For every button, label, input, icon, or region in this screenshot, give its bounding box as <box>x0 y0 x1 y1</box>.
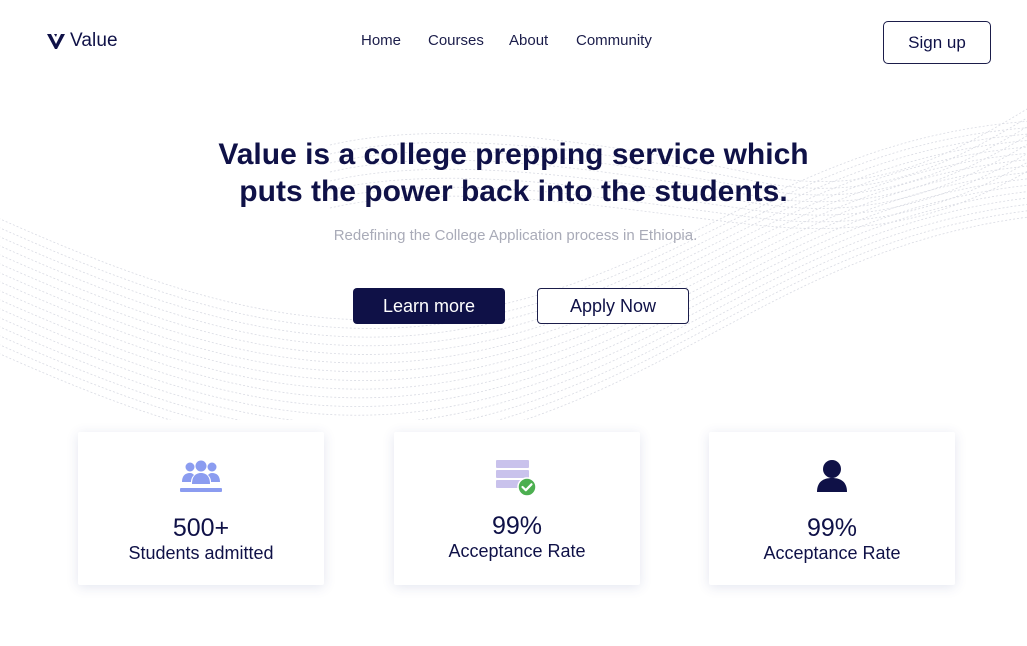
hero-title-line-1: Value is a college prepping service whic… <box>218 138 809 171</box>
brand-name: Value <box>70 30 118 51</box>
stat-label: Acceptance Rate <box>763 543 901 563</box>
stat-label: Acceptance Rate <box>448 541 586 561</box>
wave-line <box>0 184 1027 407</box>
stat-value: 99% <box>491 512 543 540</box>
stat-value: 99% <box>806 514 858 542</box>
signup-button[interactable]: Sign up <box>883 21 991 64</box>
stat-card-acceptance-2: 99% Acceptance Rate <box>709 432 955 585</box>
stat-label: Students admitted <box>128 543 274 563</box>
hero-title: Value is a college prepping service whic… <box>0 136 1027 210</box>
nav-courses[interactable]: Courses <box>428 32 484 49</box>
nav-home[interactable]: Home <box>361 32 401 49</box>
stat-card-acceptance: 99% Acceptance Rate <box>394 432 640 585</box>
wave-background <box>0 108 1027 420</box>
group-icon <box>180 460 222 492</box>
hero-subtitle: Redefining the College Application proce… <box>333 227 698 244</box>
landing-page: Value Home Courses About Community Sign … <box>0 0 1027 646</box>
nav-about[interactable]: About <box>509 32 548 49</box>
nav-community[interactable]: Community <box>576 32 652 49</box>
brand-logo[interactable]: Value <box>47 30 118 52</box>
person-icon <box>817 460 847 492</box>
wave-line <box>0 216 1027 420</box>
wave-line <box>0 191 1027 416</box>
stat-value: 500+ <box>172 514 230 542</box>
stat-card-students: 500+ Students admitted <box>78 432 324 585</box>
v-logo-icon <box>47 34 65 49</box>
verified-list-icon <box>496 460 537 497</box>
learn-more-button[interactable]: Learn more <box>353 288 505 324</box>
hero-title-line-2: puts the power back into the students. <box>239 175 788 208</box>
apply-now-button[interactable]: Apply Now <box>537 288 689 324</box>
